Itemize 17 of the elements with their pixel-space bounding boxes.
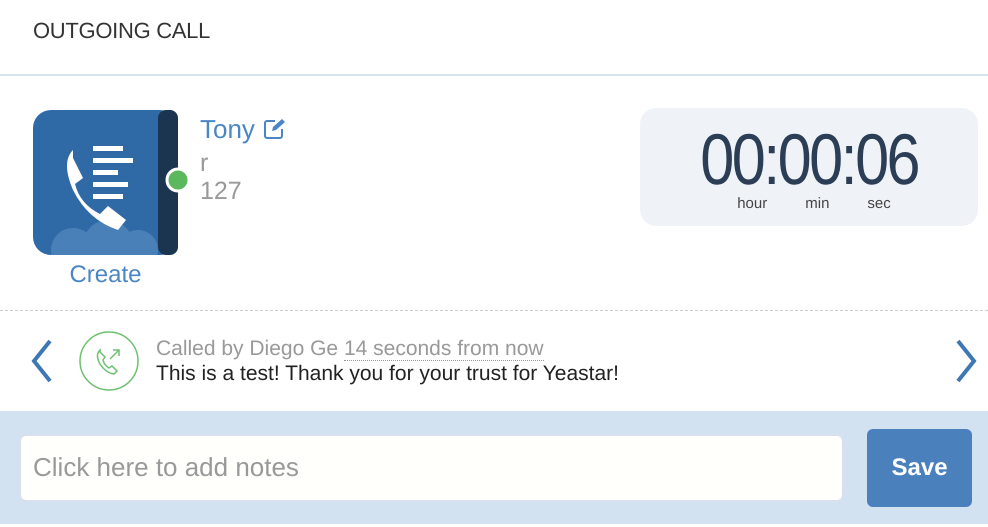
dialog-title: OUTGOING CALL [33,17,212,45]
outgoing-call-icon [78,330,140,392]
contact-label: r [200,150,210,178]
create-link[interactable]: Create [69,263,142,287]
notes-field[interactable]: Click here to add notes [20,434,844,500]
extension-number: 127 [200,178,243,205]
timer-unit-label: hour [737,196,768,210]
call-time: 14 seconds from now [344,336,544,361]
timer-unit-label: min [805,196,830,210]
timer-unit-label: sec [867,196,891,210]
contacts-app-icon[interactable] [33,110,178,255]
caller-text: Called by Diego Ge [156,336,338,360]
edit-icon[interactable] [262,118,285,140]
timer-value: 00:00:06 [700,124,918,196]
save-button[interactable]: Save [867,428,972,506]
contact-name[interactable]: Tony [200,116,255,142]
call-note: This is a test! Thank you for your trust for Yeastar! [156,361,620,386]
